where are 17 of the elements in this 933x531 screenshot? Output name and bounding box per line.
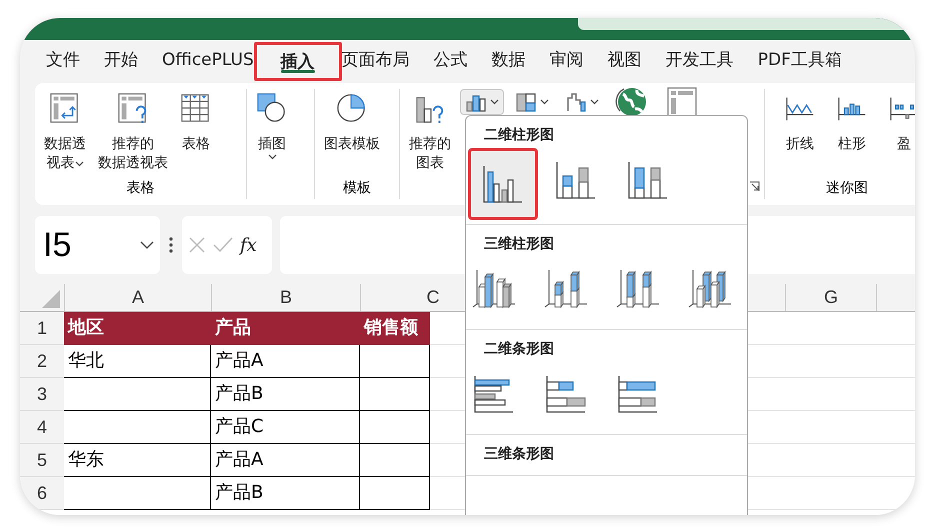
section-title: 二维条形图 <box>483 340 555 359</box>
table-cell: 华北 <box>64 345 211 378</box>
table-cell: 地区 <box>64 312 211 345</box>
group-label: 模板 <box>343 179 371 197</box>
table-cell: 华东 <box>64 444 211 477</box>
table-cell: 产品B <box>211 477 360 510</box>
table-cell: 销售额 <box>360 312 430 345</box>
group-label: 迷你图 <box>826 179 868 197</box>
table-cell: 产品A <box>211 345 360 378</box>
table-cell: 产品C <box>211 411 360 444</box>
section-title: 二维柱形图 <box>483 126 555 145</box>
section-title: 三维条形图 <box>483 444 555 464</box>
table-cell: 产品B <box>211 378 360 411</box>
table-cell: 产品 <box>211 312 360 345</box>
section-title: 三维柱形图 <box>483 234 555 254</box>
table-cell: 产品A <box>211 444 360 477</box>
group-label: 表格 <box>126 179 154 197</box>
